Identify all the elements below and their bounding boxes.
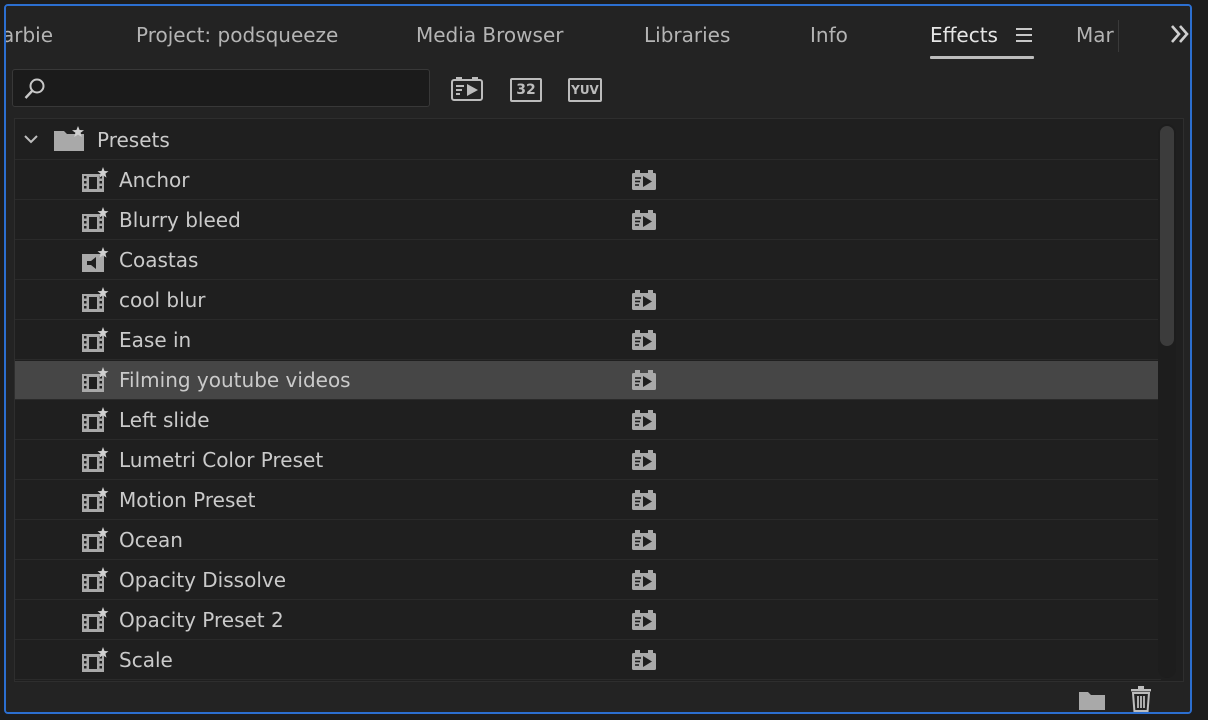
accelerated-icon: [632, 170, 656, 190]
tab-divider: [1118, 20, 1119, 52]
preset-row[interactable]: Ease in: [15, 321, 1161, 360]
search-icon: [24, 78, 45, 99]
accelerated-icon: [632, 530, 656, 550]
preset-label: Lumetri Color Preset: [119, 448, 324, 472]
folder-presets[interactable]: Presets: [15, 121, 1161, 160]
search-field[interactable]: [12, 69, 430, 107]
preset-label: Scale: [119, 648, 173, 672]
preset-row[interactable]: Lumetri Color Preset: [15, 441, 1161, 480]
video-preset-icon: [82, 527, 109, 552]
panel-menu-icon[interactable]: [1016, 28, 1032, 42]
preset-row[interactable]: Coastas: [15, 241, 1161, 280]
preset-row[interactable]: Ocean: [15, 521, 1161, 560]
scrollbar-thumb[interactable]: [1160, 126, 1174, 346]
folder-label: Presets: [97, 128, 170, 152]
tab-effects[interactable]: Effects: [930, 16, 998, 54]
tab-libraries[interactable]: Libraries: [644, 16, 730, 54]
preset-folder-icon: [54, 126, 84, 151]
accelerated-icon: [632, 330, 656, 350]
preset-label: cool blur: [119, 288, 206, 312]
accelerated-icon: [632, 450, 656, 470]
vertical-scrollbar[interactable]: [1158, 124, 1176, 678]
preset-row[interactable]: Motion Preset: [15, 481, 1161, 520]
preset-row[interactable]: cool blur: [15, 281, 1161, 320]
preset-row[interactable]: Opacity Preset 2: [15, 601, 1161, 640]
active-tab-indicator: [930, 56, 1034, 59]
accelerated-icon: [632, 490, 656, 510]
tab-media-browser[interactable]: Media Browser: [416, 16, 563, 54]
accelerated-icon: [632, 410, 656, 430]
accelerated-icon: [632, 210, 656, 230]
preset-row[interactable]: Opacity Dissolve: [15, 561, 1161, 600]
preset-label: Motion Preset: [119, 488, 256, 512]
tab-barbie[interactable]: arbie: [6, 16, 53, 54]
preset-label: Blurry bleed: [119, 208, 241, 232]
accelerated-icon: [632, 370, 656, 390]
tab-info[interactable]: Info: [810, 16, 848, 54]
panel-footer: [6, 682, 1190, 712]
preset-label: Coastas: [119, 248, 199, 272]
preset-label: Opacity Preset 2: [119, 608, 284, 632]
video-preset-icon: [82, 607, 109, 632]
effects-tree-list: Presets Anchor Blurry bleed Coastas cool bl…: [14, 118, 1184, 682]
preset-label: Opacity Dissolve: [119, 568, 287, 592]
effects-panel: arbie Project: podsqueeze Media Browser …: [4, 4, 1192, 714]
32-bit-effects-button[interactable]: 32: [510, 78, 542, 102]
new-bin-folder-icon[interactable]: [1078, 689, 1106, 711]
preset-label: Ease in: [119, 328, 192, 352]
video-preset-icon: [82, 287, 109, 312]
accelerated-effects-icon[interactable]: [450, 76, 484, 102]
yuv-effects-button[interactable]: YUV: [568, 78, 602, 102]
video-preset-icon: [82, 447, 109, 472]
video-preset-icon: [82, 647, 109, 672]
video-preset-icon: [82, 167, 109, 192]
video-preset-icon: [82, 407, 109, 432]
video-preset-icon: [82, 487, 109, 512]
preset-label: Anchor: [119, 168, 190, 192]
panel-tab-bar: arbie Project: podsqueeze Media Browser …: [6, 6, 1190, 64]
tab-project[interactable]: Project: podsqueeze: [136, 16, 338, 54]
chevron-down-icon[interactable]: [23, 133, 39, 145]
video-preset-icon: [82, 207, 109, 232]
preset-label: Filming youtube videos: [119, 368, 351, 392]
preset-row[interactable]: Filming youtube videos: [15, 361, 1161, 400]
preset-row[interactable]: Left slide: [15, 401, 1161, 440]
accelerated-icon: [632, 610, 656, 630]
video-preset-icon: [82, 567, 109, 592]
video-preset-icon: [82, 367, 109, 392]
double-chevron-right-icon[interactable]: [1168, 20, 1192, 48]
accelerated-icon: [632, 290, 656, 310]
preset-row[interactable]: Scale: [15, 641, 1161, 680]
trash-icon[interactable]: [1130, 686, 1152, 712]
audio-preset-icon: [82, 247, 109, 272]
preset-row[interactable]: Blurry bleed: [15, 201, 1161, 240]
preset-row[interactable]: Anchor: [15, 161, 1161, 200]
video-preset-icon: [82, 327, 109, 352]
preset-label: Ocean: [119, 528, 183, 552]
accelerated-icon: [632, 650, 656, 670]
preset-label: Left slide: [119, 408, 210, 432]
tab-markers[interactable]: Mar: [1076, 16, 1114, 54]
search-input[interactable]: [53, 74, 417, 104]
accelerated-icon: [632, 570, 656, 590]
